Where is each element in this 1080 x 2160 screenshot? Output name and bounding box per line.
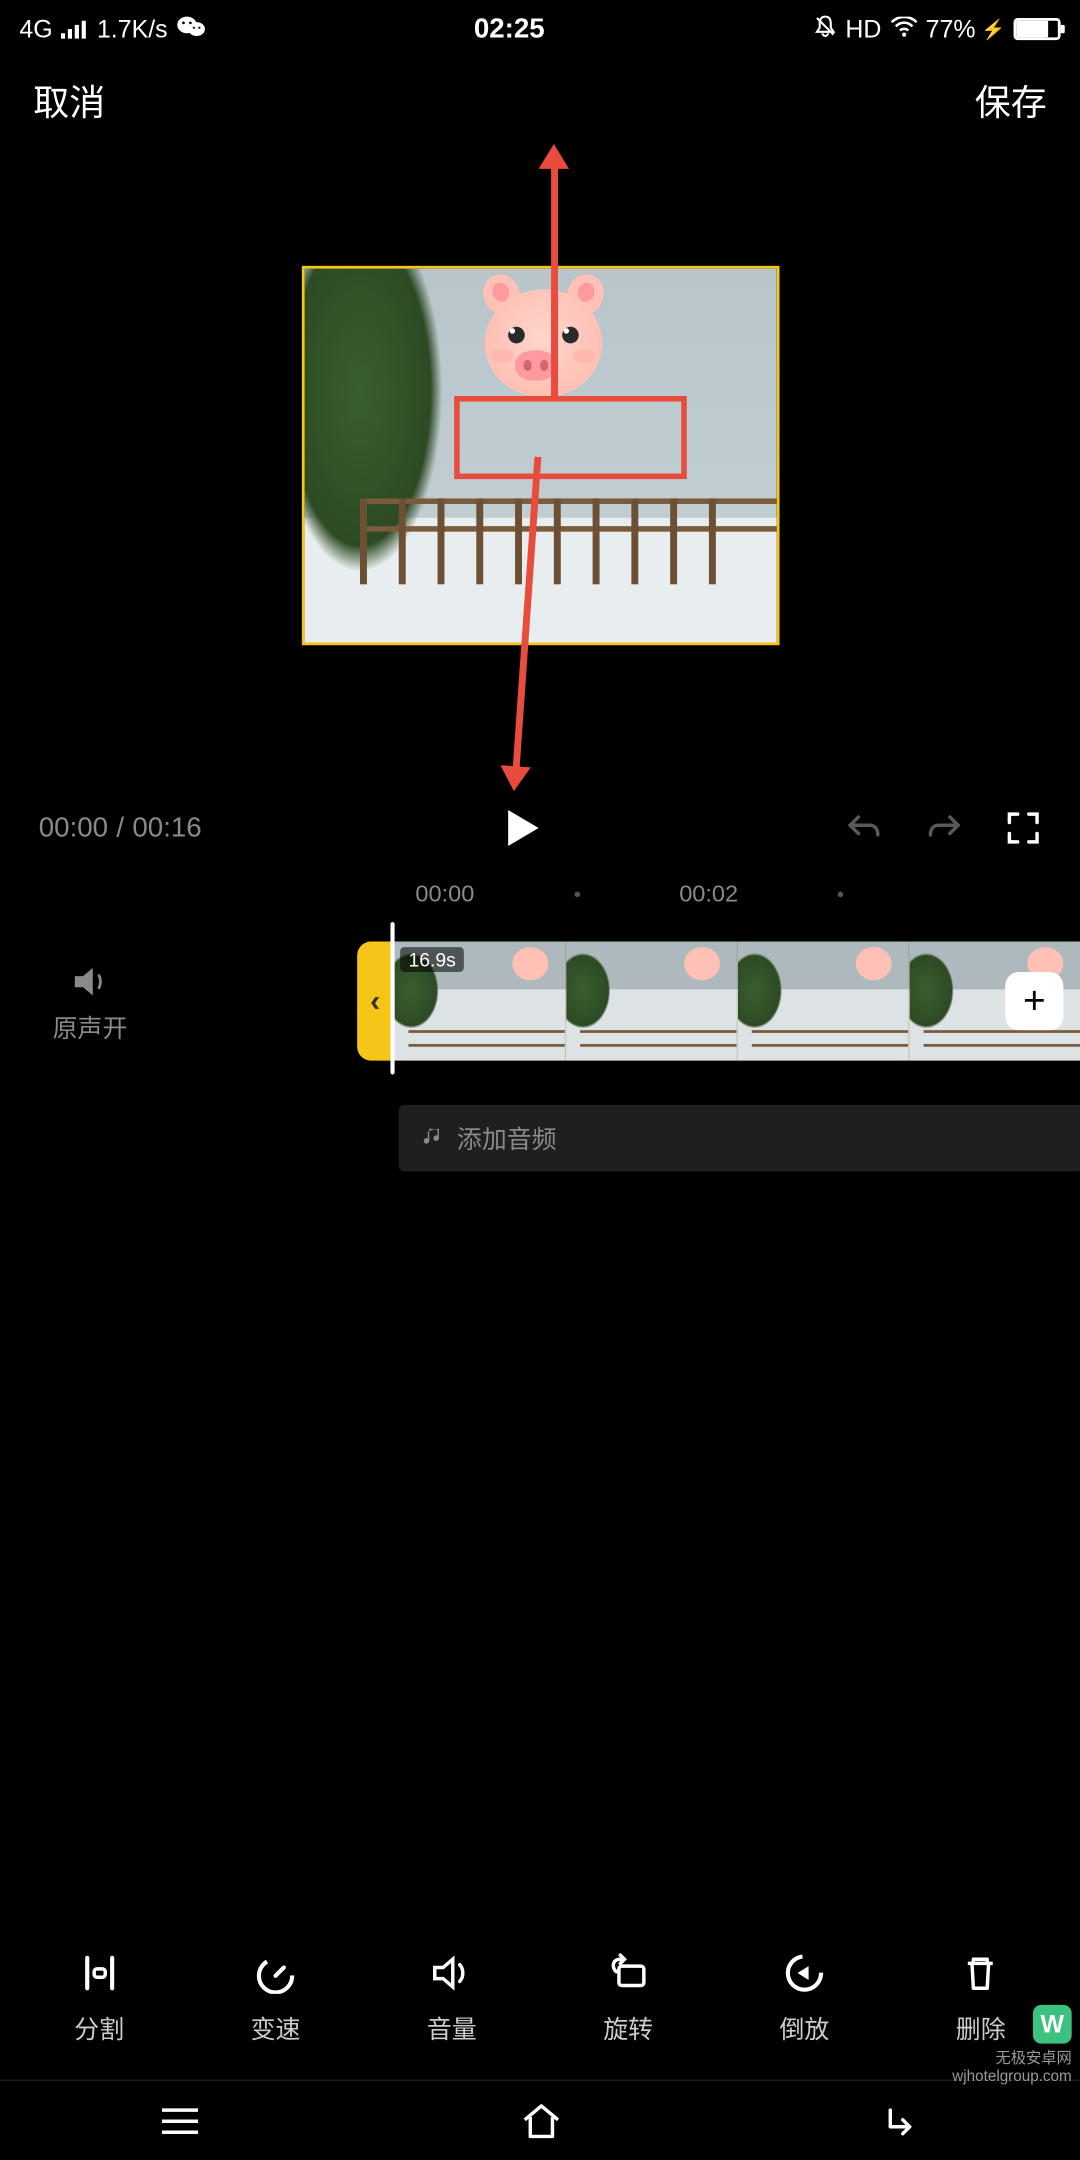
clip-thumbnails: 16.9s	[393, 942, 1080, 1061]
status-time: 02:25	[474, 13, 545, 45]
back-button[interactable]	[882, 2104, 921, 2137]
watermark-url: wjhotelgroup.com	[952, 2069, 1071, 2086]
annotation-arrow-up	[550, 163, 557, 396]
clip-frame	[737, 942, 909, 1061]
preview-area	[0, 141, 1080, 786]
wifi-icon	[890, 15, 918, 44]
watermark: W 无极安卓网 wjhotelgroup.com	[952, 2005, 1071, 2085]
menu-button[interactable]	[159, 2105, 201, 2135]
rotate-button[interactable]: 旋转	[603, 1952, 653, 2046]
total-time: 00:16	[132, 812, 201, 844]
timeline-ruler: 00:00 00:02	[0, 870, 1080, 920]
ruler-mark-1: 00:02	[679, 881, 738, 909]
ruler-dot	[574, 892, 580, 898]
tool-label: 变速	[251, 2010, 301, 2046]
network-speed: 1.7K/s	[97, 15, 168, 44]
status-bar: 4G 1.7K/s 02:25 HD 77% ⚡	[0, 0, 1080, 58]
clip-duration: 16.9s	[400, 947, 464, 972]
volume-button[interactable]: 音量	[427, 1952, 477, 2046]
tool-label: 分割	[74, 2010, 124, 2046]
home-button[interactable]	[519, 2103, 563, 2139]
save-button[interactable]: 保存	[975, 74, 1047, 125]
video-preview[interactable]	[301, 150, 779, 773]
system-nav-bar	[0, 2080, 1080, 2160]
speed-button[interactable]: 变速	[251, 1952, 301, 2046]
dnd-icon	[812, 13, 837, 45]
music-icon	[421, 1124, 443, 1153]
header: 取消 保存	[0, 58, 1080, 141]
wechat-icon	[176, 13, 206, 45]
ruler-dot	[838, 892, 844, 898]
pig-sticker	[477, 282, 609, 400]
playback-controls: 00:00 / 00:16	[0, 786, 1080, 869]
watermark-title: 无极安卓网	[996, 2046, 1072, 2068]
cancel-button[interactable]: 取消	[33, 74, 105, 125]
play-button[interactable]	[505, 807, 541, 849]
reverse-button[interactable]: 倒放	[779, 1952, 829, 2046]
ruler-mark-0: 00:00	[415, 881, 474, 909]
split-button[interactable]: 分割	[74, 1952, 124, 2046]
status-right: HD 77% ⚡	[812, 13, 1060, 45]
add-clip-button[interactable]: +	[1005, 972, 1063, 1030]
clip-handle-left[interactable]: ‹	[357, 942, 393, 1061]
charging-icon: ⚡	[981, 17, 1005, 41]
fullscreen-button[interactable]	[1005, 810, 1041, 846]
undo-button[interactable]	[845, 811, 884, 844]
add-audio-button[interactable]: 添加音频	[399, 1105, 1080, 1171]
tool-label: 音量	[427, 2010, 477, 2046]
network-type: 4G	[19, 15, 52, 44]
tool-label: 旋转	[603, 2010, 653, 2046]
time-separator: /	[116, 812, 124, 844]
time-display: 00:00 / 00:16	[39, 812, 202, 844]
annotation-rect	[453, 396, 686, 479]
current-time: 00:00	[39, 812, 108, 844]
hd-label: HD	[845, 15, 881, 44]
battery-pct: 77%	[926, 15, 976, 44]
redo-button[interactable]	[925, 811, 964, 844]
timeline[interactable]: 原声开 ‹ 16.9s +	[0, 930, 1080, 1080]
add-audio-label: 添加音频	[457, 1120, 557, 1156]
signal-icon	[61, 19, 89, 38]
watermark-logo: W	[1033, 2005, 1072, 2044]
sound-label: 原声开	[53, 1009, 128, 1045]
status-left: 4G 1.7K/s	[19, 13, 206, 45]
playhead[interactable]	[390, 922, 394, 1074]
clip-frame: 16.9s	[393, 942, 565, 1061]
clip-frame	[565, 942, 737, 1061]
battery-icon	[1014, 18, 1061, 40]
tool-row: 分割 变速 音量 旋转 倒放 删除	[0, 1930, 1080, 2068]
original-sound-toggle[interactable]: 原声开	[0, 930, 180, 1080]
tool-label: 倒放	[779, 2010, 829, 2046]
video-clip[interactable]: ‹ 16.9s	[357, 942, 1080, 1061]
